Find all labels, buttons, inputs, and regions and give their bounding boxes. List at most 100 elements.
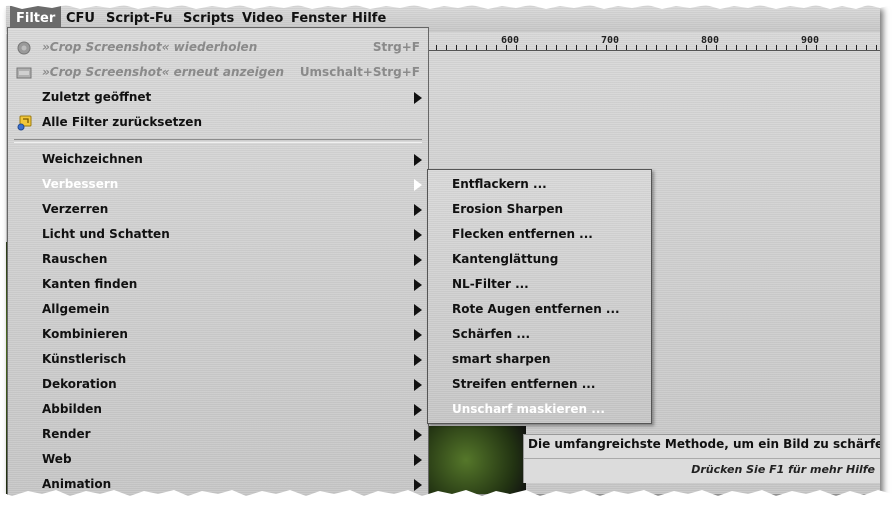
ruler-tick bbox=[646, 45, 647, 50]
ruler-tick bbox=[576, 45, 577, 50]
menu-separator bbox=[14, 139, 422, 143]
menu-item-licht-und-schatten[interactable]: Licht und Schatten bbox=[8, 222, 428, 247]
submenu-arrow-icon bbox=[414, 279, 422, 291]
ruler-tick bbox=[836, 45, 837, 50]
filter-menu: »Crop Screenshot« wiederholen Strg+F »Cr… bbox=[7, 27, 429, 497]
submenu-item-3[interactable]: Kantenglättung bbox=[452, 247, 558, 272]
menu-item-label: Web bbox=[42, 452, 72, 466]
submenu-item-4[interactable]: NL-Filter ... bbox=[452, 272, 529, 297]
submenu-item-1[interactable]: Erosion Sharpen bbox=[452, 197, 563, 222]
ruler-tick bbox=[506, 45, 507, 50]
submenu-arrow-icon bbox=[414, 304, 422, 316]
menu-item-label: Zuletzt geöffnet bbox=[42, 90, 152, 104]
menu-item-label: Verbessern bbox=[42, 177, 119, 191]
submenu-arrow-icon bbox=[414, 329, 422, 341]
menu-item-reshow[interactable]: »Crop Screenshot« erneut anzeigen Umscha… bbox=[8, 60, 428, 85]
ruler-tick bbox=[456, 45, 457, 50]
menu-item-recent[interactable]: Zuletzt geöffnet bbox=[8, 85, 428, 110]
submenu-item-8[interactable]: Streifen entfernen ... bbox=[452, 372, 595, 397]
torn-edge-bottom bbox=[0, 490, 892, 506]
menu-item-allgemein[interactable]: Allgemein bbox=[8, 297, 428, 322]
submenu-arrow-icon bbox=[414, 429, 422, 441]
menu-item-verzerren[interactable]: Verzerren bbox=[8, 197, 428, 222]
menu-item-render[interactable]: Render bbox=[8, 422, 428, 447]
repeat-icon bbox=[17, 41, 31, 55]
ruler-tick bbox=[846, 45, 847, 50]
menu-item-repeat[interactable]: »Crop Screenshot« wiederholen Strg+F bbox=[8, 35, 428, 60]
menu-item-web[interactable]: Web bbox=[8, 447, 428, 472]
ruler-tick bbox=[626, 45, 627, 50]
ruler-tick bbox=[746, 45, 747, 50]
reset-filters-icon bbox=[17, 115, 32, 131]
tooltip-help: Drücken Sie F1 für mehr Hilfe bbox=[691, 463, 875, 476]
ruler-tick bbox=[776, 45, 777, 50]
ruler-tick bbox=[476, 45, 477, 50]
ruler-tick bbox=[766, 45, 767, 50]
submenu-arrow-icon bbox=[414, 179, 422, 191]
menu-item-label: Allgemein bbox=[42, 302, 110, 316]
menu-item-label: »Crop Screenshot« wiederholen bbox=[42, 40, 258, 54]
menu-item-weichzeichnen[interactable]: Weichzeichnen bbox=[8, 147, 428, 172]
ruler-tick bbox=[656, 45, 657, 50]
ruler-tick bbox=[586, 45, 587, 50]
ruler-tick bbox=[786, 45, 787, 50]
menu-item-künstlerisch[interactable]: Künstlerisch bbox=[8, 347, 428, 372]
menu-item-dekoration[interactable]: Dekoration bbox=[8, 372, 428, 397]
ruler-tick bbox=[676, 45, 677, 50]
ruler-tick bbox=[486, 45, 487, 50]
menu-item-kanten-finden[interactable]: Kanten finden bbox=[8, 272, 428, 297]
ruler-tick bbox=[566, 45, 567, 50]
ruler-tick bbox=[536, 45, 537, 50]
submenu-item-9[interactable]: Unscharf maskieren ... bbox=[452, 397, 605, 422]
tooltip: Die umfangreichste Methode, um ein Bild … bbox=[523, 434, 880, 483]
ruler-tick bbox=[596, 45, 597, 50]
ruler-tick bbox=[556, 45, 557, 50]
menu-item-label: Dekoration bbox=[42, 377, 117, 391]
torn-edge-top bbox=[0, 0, 892, 9]
menu-item-verbessern[interactable]: Verbessern bbox=[8, 172, 428, 197]
submenu-arrow-icon bbox=[414, 204, 422, 216]
ruler-tick bbox=[516, 45, 517, 50]
menu-item-label: Kombinieren bbox=[42, 327, 128, 341]
ruler-tick bbox=[546, 45, 547, 50]
submenu-item-5[interactable]: Rote Augen entfernen ... bbox=[452, 297, 620, 322]
submenu-item-6[interactable]: Schärfen ... bbox=[452, 322, 530, 347]
submenu-arrow-icon bbox=[414, 454, 422, 466]
verbessern-submenu: Entflackern ... Erosion Sharpen Flecken en… bbox=[427, 169, 652, 424]
ruler-tick bbox=[856, 45, 857, 50]
menu-item-reset-filters[interactable]: Alle Filter zurücksetzen bbox=[8, 110, 428, 135]
ruler-tick bbox=[716, 45, 717, 50]
ruler-tick bbox=[666, 45, 667, 50]
submenu-item-0[interactable]: Entflackern ... bbox=[452, 172, 547, 197]
menu-item-label: Weichzeichnen bbox=[42, 152, 143, 166]
submenu-arrow-icon bbox=[414, 254, 422, 266]
submenu-arrow-icon bbox=[414, 379, 422, 391]
ruler-tick bbox=[726, 45, 727, 50]
ruler-tick bbox=[816, 45, 817, 50]
menu-item-abbilden[interactable]: Abbilden bbox=[8, 397, 428, 422]
menu-item-label: Kanten finden bbox=[42, 277, 138, 291]
ruler-tick bbox=[526, 45, 527, 50]
submenu-arrow-icon bbox=[414, 229, 422, 241]
menu-item-label: Künstlerisch bbox=[42, 352, 127, 366]
submenu-arrow-icon bbox=[414, 92, 422, 104]
ruler-tick bbox=[826, 45, 827, 50]
menu-item-label: Rauschen bbox=[42, 252, 108, 266]
menu-item-kombinieren[interactable]: Kombinieren bbox=[8, 322, 428, 347]
ruler-tick bbox=[496, 45, 497, 50]
ruler-tick bbox=[876, 45, 877, 50]
ruler-tick bbox=[696, 45, 697, 50]
submenu-item-7[interactable]: smart sharpen bbox=[452, 347, 551, 372]
horizontal-ruler[interactable]: 600 700 800 900 bbox=[416, 34, 880, 51]
ruler-tick bbox=[616, 45, 617, 50]
canvas-image-visible bbox=[426, 426, 526, 494]
menu-item-label: »Crop Screenshot« erneut anzeigen bbox=[42, 65, 285, 79]
ruler-tick bbox=[706, 45, 707, 50]
reshow-icon bbox=[16, 67, 32, 79]
submenu-item-2[interactable]: Flecken entfernen ... bbox=[452, 222, 593, 247]
shortcut-label: Strg+F bbox=[372, 40, 420, 54]
menu-item-rauschen[interactable]: Rauschen bbox=[8, 247, 428, 272]
ruler-tick bbox=[686, 45, 687, 50]
menu-item-label: Alle Filter zurücksetzen bbox=[42, 115, 202, 129]
shortcut-label: Umschalt+Strg+F bbox=[299, 65, 420, 79]
